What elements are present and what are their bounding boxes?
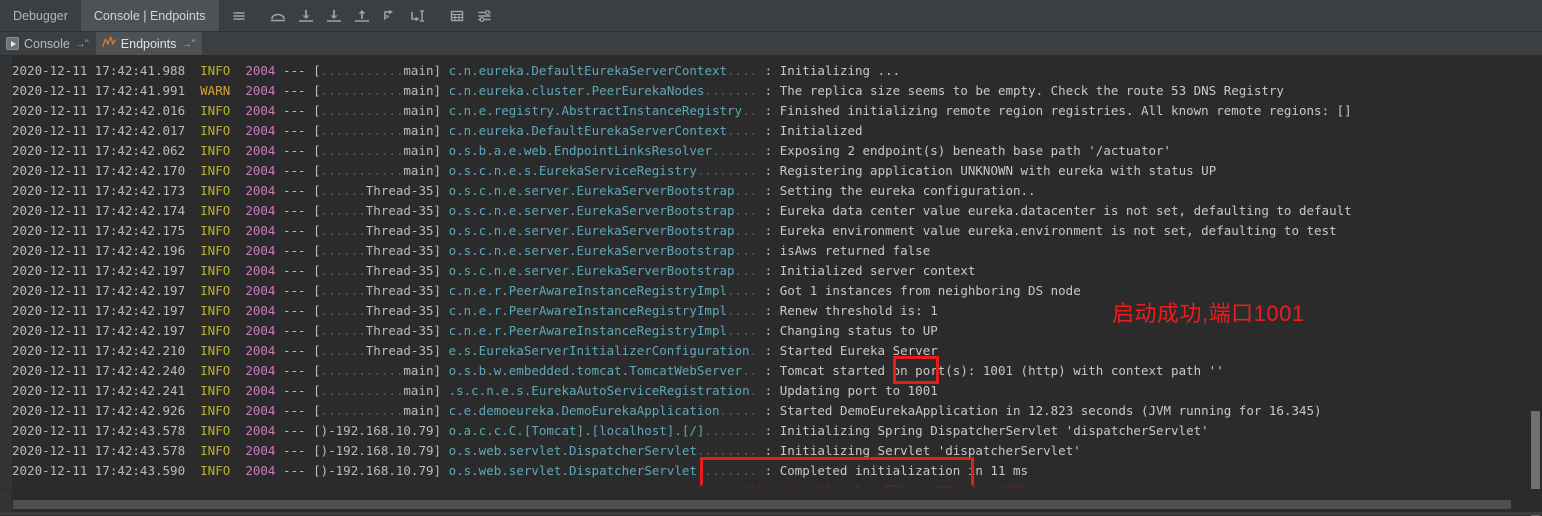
console-gutter	[0, 56, 12, 490]
log-lines-container: 2020-12-11 17:42:41.988 INFO 2004 --- [.…	[12, 56, 1542, 490]
log-line: 2020-12-11 17:42:42.170 INFO 2004 --- [.…	[12, 163, 1217, 178]
log-line: 2020-12-11 17:42:43.578 INFO 2004 --- [)…	[12, 423, 1209, 438]
debugger-step-buttons: ↗	[219, 0, 499, 31]
log-line: 2020-12-11 17:42:42.240 INFO 2004 --- [.…	[12, 363, 1224, 378]
log-line: 2020-12-11 17:42:41.991 WARN 2004 --- [.…	[12, 83, 1284, 98]
debugger-console-window: Debugger Console | Endpoints ↗ Console →…	[0, 0, 1542, 516]
log-line: 2020-12-11 17:42:42.197 INFO 2004 --- [.…	[12, 263, 976, 278]
endpoints-graph-icon	[102, 35, 116, 52]
subtab-endpoints-pin-icon[interactable]: →"	[181, 38, 195, 50]
tab-debugger-label: Debugger	[13, 8, 68, 23]
horizontal-scrollbar-thumb[interactable]	[13, 500, 1511, 509]
vertical-scrollbar[interactable]	[1529, 56, 1542, 516]
step-over-icon[interactable]	[265, 3, 291, 29]
subtab-console-label: Console	[24, 36, 70, 51]
log-line: 2020-12-11 17:42:42.017 INFO 2004 --- [.…	[12, 123, 863, 138]
settings-icon[interactable]	[472, 3, 498, 29]
log-line: 2020-12-11 17:42:42.197 INFO 2004 --- [.…	[12, 283, 1081, 298]
force-step-into-icon[interactable]	[321, 3, 347, 29]
log-line: 2020-12-11 17:42:42.062 INFO 2004 --- [.…	[12, 143, 1172, 158]
console-output-panel[interactable]: 2020-12-11 17:42:41.988 INFO 2004 --- [.…	[0, 56, 1542, 490]
log-line: 2020-12-11 17:42:42.196 INFO 2004 --- [.…	[12, 243, 931, 258]
annotation-note: 启动成功,端口1001	[1112, 301, 1305, 326]
log-line: 2020-12-11 17:42:43.578 INFO 2004 --- [)…	[12, 443, 1081, 458]
subtab-endpoints[interactable]: Endpoints →"	[95, 32, 203, 55]
step-into-icon[interactable]	[293, 3, 319, 29]
log-line: 2020-12-11 17:42:42.210 INFO 2004 --- [.…	[12, 343, 938, 358]
subtab-console[interactable]: Console →"	[0, 32, 96, 55]
console-subtab-bar: Console →" Endpoints →"	[0, 32, 1542, 56]
tab-console-endpoints[interactable]: Console | Endpoints	[80, 0, 219, 31]
tab-debugger[interactable]: Debugger	[0, 0, 81, 31]
log-line: 2020-12-11 17:42:43.590 INFO 2004 --- [)…	[12, 463, 1029, 478]
tab-console-endpoints-label: Console | Endpoints	[93, 8, 206, 23]
log-line: 2020-12-11 17:42:42.241 INFO 2004 --- [.…	[12, 383, 938, 398]
log-line: 2020-12-11 17:42:42.197 INFO 2004 --- [.…	[12, 323, 938, 338]
subtab-console-pin-icon[interactable]: →"	[75, 38, 89, 50]
menu-icon[interactable]	[226, 3, 252, 29]
subtab-endpoints-label: Endpoints	[120, 36, 177, 51]
log-line: 2020-12-11 17:42:42.197 INFO 2004 --- [.…	[12, 303, 938, 318]
drop-frame-icon[interactable]: ↗	[377, 3, 403, 29]
run-to-cursor-icon[interactable]	[405, 3, 431, 29]
log-line: 2020-12-11 17:42:42.173 INFO 2004 --- [.…	[12, 183, 1036, 198]
run-icon	[6, 37, 19, 50]
evaluate-expression-icon[interactable]	[444, 3, 470, 29]
debugger-toolbar: Debugger Console | Endpoints ↗	[0, 0, 1542, 32]
log-line: 2020-12-11 17:42:42.016 INFO 2004 --- [.…	[12, 103, 1352, 118]
log-line: 2020-12-11 17:42:42.926 INFO 2004 --- [.…	[12, 403, 1322, 418]
log-line: 2020-12-11 17:42:42.175 INFO 2004 --- [.…	[12, 223, 1337, 238]
log-line: 2020-12-11 17:42:42.174 INFO 2004 --- [.…	[12, 203, 1352, 218]
step-out-icon[interactable]	[349, 3, 375, 29]
log-line: 2020-12-11 17:42:41.988 INFO 2004 --- [.…	[12, 63, 901, 78]
